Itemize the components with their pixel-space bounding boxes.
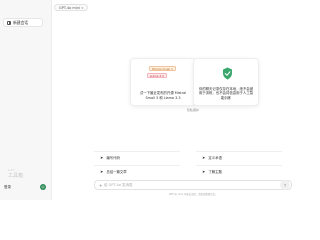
send-arrow-icon: ➤ [100,169,104,174]
send-arrow-icon: ➤ [202,155,206,160]
chevron-down-icon: ▾ [81,5,83,10]
new-chat-label: 新建会话 [13,19,29,25]
promo-card-models-caption: 试一下最近发布的开源 Mistral Small 3 和 Llama 3.3 [139,91,187,100]
message-input[interactable] [104,183,287,187]
suggestion-define-term[interactable]: ➤ 定义术语 [196,151,282,163]
promo-card-privacy-caption: 你的聊天记录仅存在本地，绝不会被用于训练，也不会将信息用于人工智能训练 [198,86,254,100]
tag-llama: Llama 3.3 [147,73,167,78]
send-arrow-icon: ➤ [100,155,104,160]
sidebar: 新建会话 GPT ... 工具箱 登录 ☺ [0,0,52,200]
send-button[interactable]: ↑ [280,180,290,190]
suggestion-summarize[interactable]: ➤ 总结一篇文章 [94,165,180,177]
arrow-up-icon: ↑ [283,182,287,188]
send-arrow-icon: ➤ [202,169,206,174]
shield-check-icon [223,67,232,80]
avatar[interactable]: ☺ [40,184,46,190]
promo-card-models[interactable]: Mistral Small 3 Llama 3.3 试一下最近发布的开源 Mis… [130,58,196,106]
tag-mistral: Mistral Small 3 [149,66,176,71]
new-chat-icon [7,20,11,25]
login-row[interactable]: 登录 ☺ [2,183,48,191]
suggestion-label: 了解主题 [208,170,222,174]
model-label: GPT-4o mini [59,5,80,10]
disclaimer: GPT-4o mini 可能会出错，请核查重要信息。 [168,193,218,196]
login-label: 登录 [4,184,11,189]
carousel-pager[interactable]: 隐私保护 [187,108,199,112]
suggestion-label: 定义术语 [208,156,222,160]
new-chat-button[interactable]: 新建会话 [3,18,43,27]
promo-card-privacy[interactable]: 你的聊天记录仅存在本地，绝不会被用于训练，也不会将信息用于人工智能训练 [193,58,259,106]
brand-watermark: GPT ... 工具箱 [8,167,48,179]
suggestion-write-code[interactable]: ➤ 编写代码 [94,151,180,163]
suggestion-learn-topic[interactable]: ➤ 了解主题 [196,165,282,177]
message-composer: + [94,180,292,190]
brand-line2: 工具箱 [8,173,24,179]
model-selector[interactable]: GPT-4o mini ▾ [54,4,88,11]
suggestion-label: 总结一篇文章 [106,170,127,174]
suggestion-label: 编写代码 [106,156,120,160]
